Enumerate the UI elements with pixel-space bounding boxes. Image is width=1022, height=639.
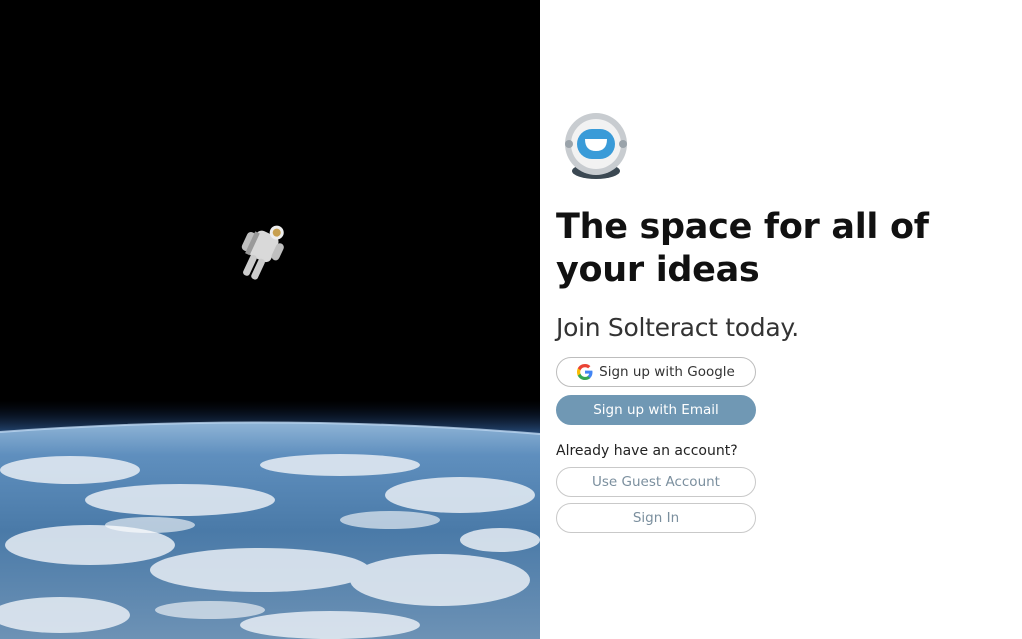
signup-email-label: Sign up with Email [593, 402, 719, 418]
hero-image-astronaut [0, 0, 540, 639]
signup-panel: The space for all of your ideas Join Sol… [540, 0, 1022, 639]
sign-in-button[interactable]: Sign In [556, 503, 756, 533]
signup-google-label: Sign up with Google [599, 364, 735, 380]
astronaut-helmet-logo [563, 111, 629, 181]
sign-in-label: Sign In [632, 510, 680, 526]
page-title: The space for all of your ideas [556, 207, 929, 290]
signup-google-button[interactable]: Sign up with Google [556, 357, 756, 387]
astronaut-earth-illustration [0, 0, 540, 639]
login-prompt: Already have an account? [556, 443, 738, 459]
google-g-icon [577, 364, 593, 380]
guest-account-label: Use Guest Account [592, 474, 720, 490]
page-subtitle: Join Solteract today. [556, 313, 799, 342]
signup-email-button[interactable]: Sign up with Email [556, 395, 756, 425]
guest-account-button[interactable]: Use Guest Account [556, 467, 756, 497]
